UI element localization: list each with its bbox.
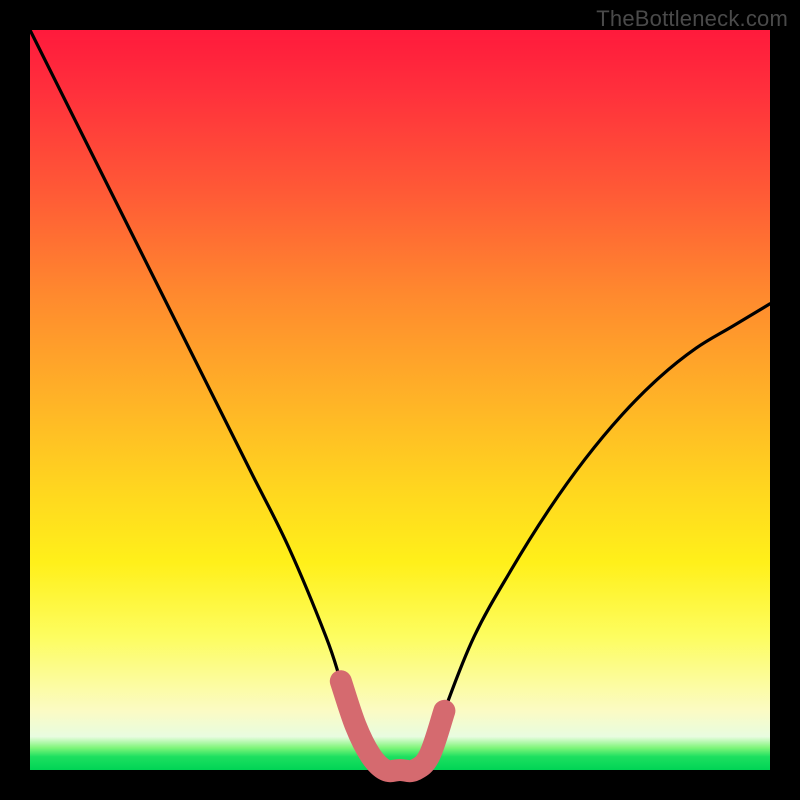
bottleneck-curve-path: [30, 30, 770, 771]
bottleneck-curve-svg: [30, 30, 770, 770]
gradient-plot-area: [30, 30, 770, 770]
chart-frame: TheBottleneck.com: [0, 0, 800, 800]
watermark-text: TheBottleneck.com: [596, 6, 788, 32]
highlight-band-path: [341, 681, 445, 771]
